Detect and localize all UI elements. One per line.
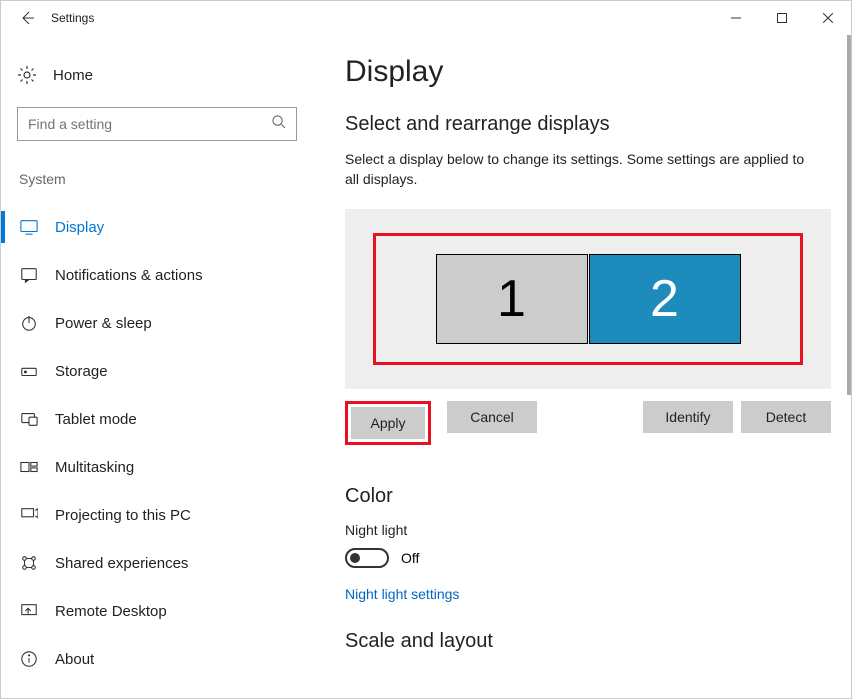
sidebar-item-label: Tablet mode xyxy=(55,411,137,428)
sidebar-group-label: System xyxy=(17,171,309,187)
sidebar-item-label: Projecting to this PC xyxy=(55,507,191,524)
section-select-displays: Select and rearrange displays xyxy=(345,113,831,136)
titlebar: Settings xyxy=(1,1,851,35)
monitor-2[interactable]: 2 xyxy=(589,254,741,344)
night-light-label: Night light xyxy=(345,522,831,538)
scrollbar-thumb[interactable] xyxy=(847,35,851,395)
search-box[interactable] xyxy=(17,107,297,141)
sidebar-item-multitasking[interactable]: Multitasking xyxy=(17,443,309,491)
close-icon xyxy=(823,13,833,23)
maximize-icon xyxy=(777,13,787,23)
sidebar-item-label: Power & sleep xyxy=(55,315,152,332)
night-light-settings-link[interactable]: Night light settings xyxy=(345,586,459,602)
remote-desktop-icon xyxy=(19,602,39,620)
display-icon xyxy=(19,218,39,236)
sidebar-item-notifications[interactable]: Notifications & actions xyxy=(17,251,309,299)
monitor-group[interactable]: 1 2 xyxy=(436,254,741,344)
display-arrangement-panel: 1 2 xyxy=(345,209,831,389)
spacer xyxy=(545,401,635,445)
titlebar-controls xyxy=(713,1,851,35)
sidebar-item-storage[interactable]: Storage xyxy=(17,347,309,395)
night-light-state: Off xyxy=(401,550,419,566)
power-icon xyxy=(19,314,39,332)
sidebar-item-power[interactable]: Power & sleep xyxy=(17,299,309,347)
about-icon xyxy=(19,650,39,668)
night-light-toggle[interactable] xyxy=(345,548,389,568)
sidebar-item-label: Notifications & actions xyxy=(55,267,203,284)
sidebar-item-label: Remote Desktop xyxy=(55,603,167,620)
sidebar-home[interactable]: Home xyxy=(17,55,309,95)
section-color: Color xyxy=(345,485,831,508)
section-scale-layout: Scale and layout xyxy=(345,630,831,653)
content-area: Display Select and rearrange displays Se… xyxy=(309,35,851,699)
detect-button[interactable]: Detect xyxy=(741,401,831,433)
page-title: Display xyxy=(345,55,831,89)
minimize-button[interactable] xyxy=(713,1,759,35)
tablet-icon xyxy=(19,410,39,428)
monitor-1[interactable]: 1 xyxy=(436,254,588,344)
multitasking-icon xyxy=(19,458,39,476)
vertical-scrollbar[interactable] xyxy=(847,35,851,698)
search-input[interactable] xyxy=(28,116,271,132)
close-button[interactable] xyxy=(805,1,851,35)
shared-icon xyxy=(19,554,39,572)
storage-icon xyxy=(19,362,39,380)
sidebar-item-tablet[interactable]: Tablet mode xyxy=(17,395,309,443)
sidebar-item-label: Shared experiences xyxy=(55,555,188,572)
highlight-arrangement: 1 2 xyxy=(373,233,803,365)
sidebar-item-shared[interactable]: Shared experiences xyxy=(17,539,309,587)
projecting-icon xyxy=(19,506,39,524)
display-button-row: Apply Cancel Identify Detect xyxy=(345,401,831,445)
minimize-icon xyxy=(731,13,741,23)
gear-icon xyxy=(17,65,37,85)
apply-button[interactable]: Apply xyxy=(351,407,425,439)
home-label: Home xyxy=(53,67,93,84)
back-button[interactable] xyxy=(9,1,45,35)
cancel-button[interactable]: Cancel xyxy=(447,401,537,433)
sidebar-item-projecting[interactable]: Projecting to this PC xyxy=(17,491,309,539)
select-displays-description: Select a display below to change its set… xyxy=(345,150,815,189)
sidebar: Home System Display Notifications & acti… xyxy=(1,35,309,699)
search-icon xyxy=(271,114,286,134)
sidebar-item-label: Storage xyxy=(55,363,108,380)
window-title: Settings xyxy=(51,11,713,25)
identify-button[interactable]: Identify xyxy=(643,401,733,433)
sidebar-item-display[interactable]: Display xyxy=(17,203,309,251)
arrow-left-icon xyxy=(19,10,35,26)
sidebar-item-label: About xyxy=(55,651,94,668)
maximize-button[interactable] xyxy=(759,1,805,35)
highlight-apply: Apply xyxy=(345,401,431,445)
notifications-icon xyxy=(19,266,39,284)
sidebar-item-about[interactable]: About xyxy=(17,635,309,683)
night-light-toggle-row: Off xyxy=(345,548,831,568)
sidebar-item-label: Display xyxy=(55,219,104,236)
sidebar-item-label: Multitasking xyxy=(55,459,134,476)
sidebar-item-remote[interactable]: Remote Desktop xyxy=(17,587,309,635)
sidebar-nav: Display Notifications & actions Power & … xyxy=(17,203,309,683)
